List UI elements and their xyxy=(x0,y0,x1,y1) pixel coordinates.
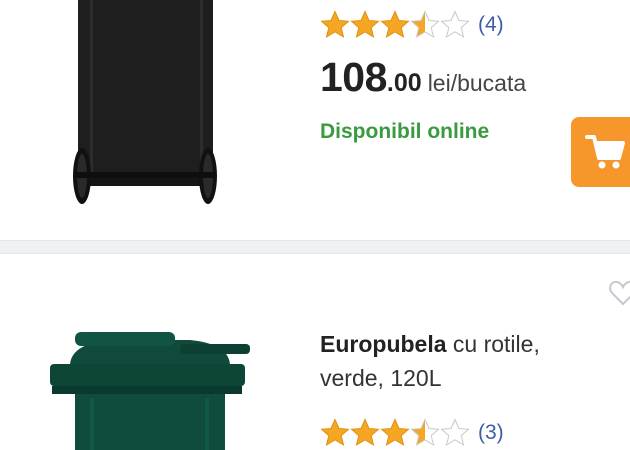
star-empty-icon xyxy=(441,11,469,38)
star-full-icon xyxy=(381,11,409,38)
product-image-green-bin[interactable] xyxy=(30,326,270,450)
rating-stars: (3) xyxy=(320,418,504,448)
star-full-icon xyxy=(381,419,409,446)
star-full-icon xyxy=(321,11,349,38)
star-full-icon xyxy=(351,11,379,38)
star-full-icon xyxy=(351,419,379,446)
price-integer: 108 xyxy=(320,54,387,100)
add-to-cart-button[interactable] xyxy=(571,117,630,187)
price-unit: lei/bucata xyxy=(427,70,527,96)
rating-stars: (4) xyxy=(320,10,504,40)
star-half-icon xyxy=(411,419,439,446)
star-full-icon xyxy=(321,419,349,446)
rating-count[interactable]: (3) xyxy=(478,421,504,445)
product-card[interactable]: Europubela cu rotile, verde, 120L (3) xyxy=(0,254,630,450)
price-decimal: .00 xyxy=(386,69,422,97)
product-card[interactable]: (4) 108.00 lei/bucata Disponibil online xyxy=(0,0,630,240)
star-empty-icon xyxy=(441,419,469,446)
product-image-black-bin[interactable] xyxy=(40,0,240,220)
availability-status: Disponibil online xyxy=(320,120,490,143)
price: 108.00 lei/bucata xyxy=(320,54,526,101)
star-half-icon xyxy=(411,11,439,38)
product-title[interactable]: Europubela cu rotile, verde, 120L xyxy=(320,327,610,395)
heart-outline-icon[interactable] xyxy=(608,278,630,308)
product-title-brand[interactable]: Europubela xyxy=(320,331,447,357)
card-divider xyxy=(0,240,630,254)
rating-count[interactable]: (4) xyxy=(478,13,504,37)
shopping-cart-icon xyxy=(585,135,625,169)
